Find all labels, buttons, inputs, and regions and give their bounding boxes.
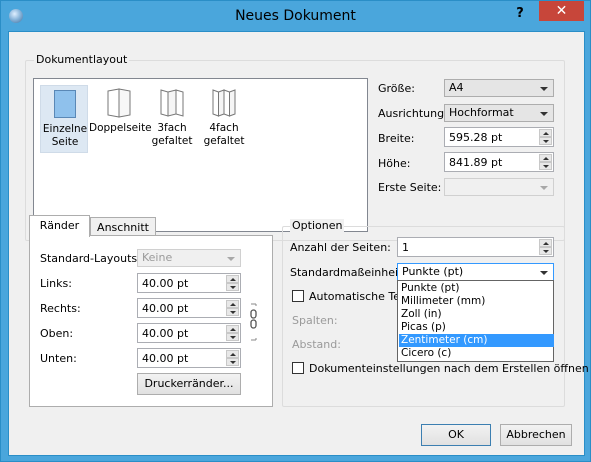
- bottom-margin-stepper[interactable]: 40.00 pt: [137, 348, 241, 368]
- layout-label-line1: Einzelne: [42, 123, 88, 135]
- title-bar[interactable]: Neues Dokument ? ✕: [1, 1, 590, 31]
- cancel-button[interactable]: Abbrechen: [500, 424, 572, 446]
- top-margin-value: 40.00 pt: [142, 327, 189, 340]
- left-margin-stepper[interactable]: 40.00 pt: [137, 273, 241, 293]
- increment-arrow-icon[interactable]: [539, 129, 552, 137]
- layout-item-double-page[interactable]: Doppelseite: [89, 85, 152, 153]
- tab-bleed[interactable]: Anschnitt: [90, 217, 156, 237]
- orientation-label: Ausrichtung:: [378, 107, 448, 120]
- open-settings-label: Dokumenteinstellungen nach dem Erstellen…: [309, 362, 589, 375]
- height-value: 841.89 pt: [449, 156, 503, 169]
- bottom-margin-label: Unten:: [40, 352, 77, 365]
- auto-text-frame-label: Automatische Text: [309, 290, 411, 303]
- size-label: Größe:: [378, 82, 415, 95]
- layout-label-line2: Seite: [51, 136, 79, 148]
- document-layout-label: Dokumentlayout: [34, 53, 130, 66]
- gap-label: Abstand:: [292, 338, 341, 351]
- chevron-down-icon: [227, 257, 235, 261]
- decrement-arrow-icon[interactable]: [226, 283, 239, 291]
- orientation-select[interactable]: Hochformat: [444, 104, 554, 122]
- decrement-arrow-icon[interactable]: [539, 162, 552, 170]
- size-select[interactable]: A4: [444, 79, 554, 97]
- chain-link-icon[interactable]: [248, 302, 260, 342]
- size-value: A4: [449, 81, 464, 94]
- open-settings-checkbox[interactable]: [292, 362, 304, 374]
- orientation-value: Hochformat: [449, 106, 514, 119]
- bottom-margin-value: 40.00 pt: [142, 352, 189, 365]
- options-label: Optionen: [290, 219, 345, 232]
- layout-label-line1: 4fach: [209, 122, 239, 134]
- decrement-arrow-icon[interactable]: [539, 247, 552, 255]
- height-stepper[interactable]: 841.89 pt: [444, 152, 554, 172]
- chevron-down-icon: [540, 271, 548, 275]
- width-value: 595.28 pt: [449, 131, 503, 144]
- unit-option-points[interactable]: Punkte (pt): [399, 282, 554, 295]
- right-margin-stepper[interactable]: 40.00 pt: [137, 298, 241, 318]
- printer-margins-button[interactable]: Druckerränder...: [137, 373, 241, 395]
- page-count-stepper[interactable]: 1: [397, 237, 554, 257]
- first-page-label: Erste Seite:: [378, 181, 442, 194]
- standard-layouts-value: Keine: [142, 251, 173, 264]
- standard-layouts-select[interactable]: Keine: [137, 249, 241, 267]
- left-margin-value: 40.00 pt: [142, 277, 189, 290]
- decrement-arrow-icon[interactable]: [226, 333, 239, 341]
- default-unit-value: Punkte (pt): [402, 265, 464, 278]
- dialog-window: Neues Dokument ? ✕ Dokumentlayout Einzel…: [0, 0, 591, 462]
- close-button[interactable]: ✕: [539, 1, 584, 21]
- increment-arrow-icon[interactable]: [539, 239, 552, 247]
- top-margin-label: Oben:: [40, 327, 74, 340]
- window-title: Neues Dokument: [235, 8, 356, 24]
- fourfold-icon: [212, 89, 236, 117]
- right-margin-value: 40.00 pt: [142, 302, 189, 315]
- right-margin-label: Rechts:: [40, 302, 81, 315]
- single-page-icon: [54, 90, 76, 118]
- double-page-icon: [107, 88, 131, 118]
- layout-list[interactable]: Einzelne Seite Doppelseite 3fach gefalte…: [33, 78, 368, 232]
- chevron-down-icon: [540, 112, 548, 116]
- increment-arrow-icon[interactable]: [226, 275, 239, 283]
- unit-option-centimeter[interactable]: Zentimeter (cm): [399, 334, 554, 347]
- trifold-icon: [160, 89, 184, 117]
- height-label: Höhe:: [378, 157, 411, 170]
- first-page-select[interactable]: [444, 178, 554, 196]
- tab-margins[interactable]: Ränder: [29, 215, 90, 237]
- unit-option-cicero[interactable]: Cicero (c): [399, 347, 554, 360]
- layout-label-line2: gefaltet: [151, 135, 193, 147]
- layout-label-line1: Doppelseite: [89, 122, 152, 134]
- layout-item-fourfold[interactable]: 4fach gefaltet: [200, 85, 248, 153]
- standard-layouts-label: Standard-Layouts:: [40, 252, 141, 265]
- page-count-label: Anzahl der Seiten:: [290, 241, 391, 254]
- layout-label-line1: 3fach: [157, 122, 187, 134]
- default-unit-label: Standardmaßeinheit:: [290, 266, 407, 279]
- left-margin-label: Links:: [40, 277, 72, 290]
- width-stepper[interactable]: 595.28 pt: [444, 127, 554, 147]
- dialog-body: Dokumentlayout Einzelne Seite Doppelseit…: [8, 31, 589, 456]
- decrement-arrow-icon[interactable]: [226, 308, 239, 316]
- margins-panel: Standard-Layouts: Keine Links: 40.00 pt …: [29, 235, 273, 407]
- help-button[interactable]: ?: [507, 4, 533, 24]
- auto-text-frame-checkbox[interactable]: [292, 290, 304, 302]
- chevron-down-icon: [540, 186, 548, 190]
- unit-option-millimeter[interactable]: Millimeter (mm): [399, 295, 554, 308]
- layout-label-line2: gefaltet: [203, 135, 245, 147]
- top-margin-stepper[interactable]: 40.00 pt: [137, 323, 241, 343]
- unit-dropdown-list[interactable]: Punkte (pt) Millimeter (mm) Zoll (in) Pi…: [397, 280, 554, 362]
- ok-button[interactable]: OK: [421, 424, 491, 446]
- increment-arrow-icon[interactable]: [226, 325, 239, 333]
- increment-arrow-icon[interactable]: [226, 300, 239, 308]
- layout-item-trifold[interactable]: 3fach gefaltet: [148, 85, 196, 153]
- page-count-value: 1: [402, 241, 409, 254]
- chevron-down-icon: [540, 87, 548, 91]
- decrement-arrow-icon[interactable]: [539, 137, 552, 145]
- width-label: Breite:: [378, 132, 415, 145]
- columns-label: Spalten:: [292, 314, 338, 327]
- increment-arrow-icon[interactable]: [226, 350, 239, 358]
- unit-option-inch[interactable]: Zoll (in): [399, 308, 554, 321]
- increment-arrow-icon[interactable]: [539, 154, 552, 162]
- layout-item-single-page[interactable]: Einzelne Seite: [40, 85, 88, 153]
- decrement-arrow-icon[interactable]: [226, 358, 239, 366]
- default-unit-select[interactable]: Punkte (pt): [397, 263, 554, 281]
- unit-option-picas[interactable]: Picas (p): [399, 321, 554, 334]
